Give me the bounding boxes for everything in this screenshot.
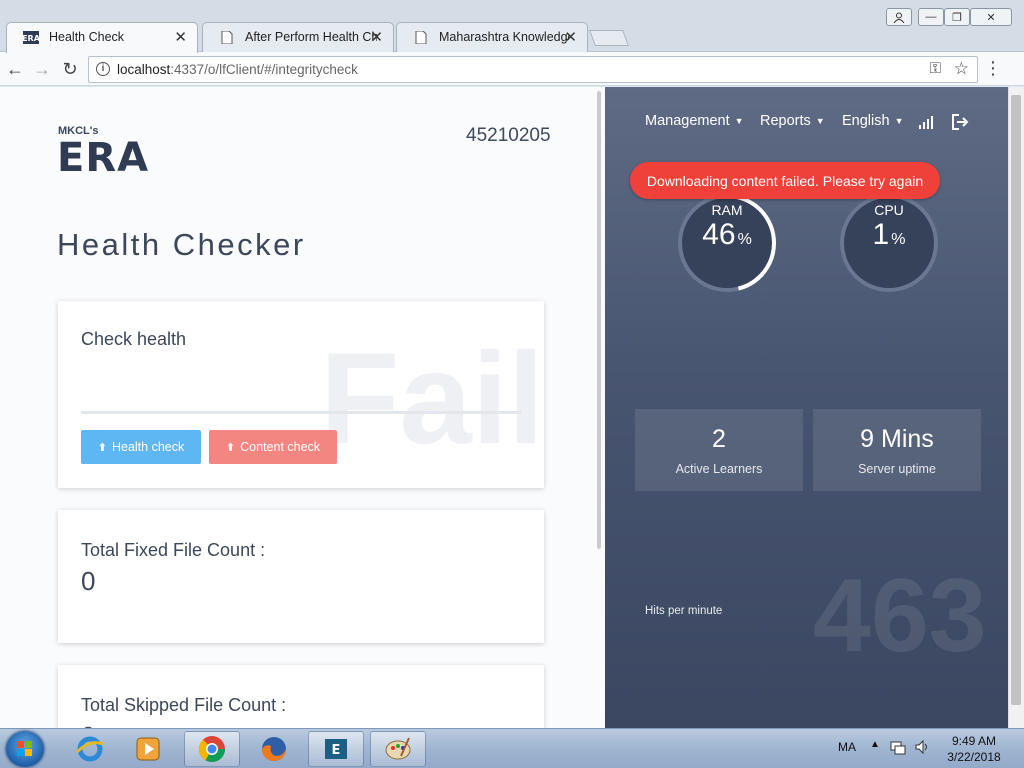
page-viewport: MKCL's ERA 45210205 Health Checker Fail …	[0, 87, 1008, 728]
nav-management-label: Management	[645, 113, 730, 129]
check-health-label: Check health	[81, 329, 187, 349]
volume-tray-icon[interactable]	[914, 739, 930, 758]
windows-start-button[interactable]	[6, 731, 44, 767]
server-uptime-box: 9 Mins Server uptime	[813, 409, 981, 491]
upload-icon: ⬆	[225, 441, 236, 454]
era-client-taskbar-icon[interactable]: E	[308, 731, 364, 767]
nav-language[interactable]: English ▼	[842, 113, 903, 129]
firefox-icon[interactable]	[246, 731, 302, 767]
media-player-icon[interactable]	[120, 731, 176, 767]
svg-text:E: E	[332, 743, 341, 758]
ram-value: 46%	[675, 218, 779, 252]
nav-management[interactable]: Management ▼	[645, 113, 744, 129]
active-learners-value: 2	[712, 425, 726, 453]
paint-taskbar-icon[interactable]	[370, 731, 426, 767]
nav-reports-label: Reports	[760, 113, 811, 129]
skipped-file-count-label: Total Skipped File Count :	[81, 695, 287, 715]
signal-icon[interactable]	[919, 115, 933, 129]
tab-title: Health Check	[49, 30, 125, 44]
close-window-button[interactable]: ✕	[970, 8, 1012, 26]
key-icon[interactable]: ⚿	[930, 60, 941, 77]
browser-menu-icon[interactable]: ⋮	[984, 59, 1002, 79]
info-icon[interactable]: i	[96, 62, 110, 76]
content-check-button-label: Content check	[240, 440, 321, 454]
ram-unit: %	[737, 231, 752, 248]
chevron-down-icon: ▼	[815, 116, 825, 127]
page-title: Health Checker	[57, 227, 306, 262]
page-icon	[221, 31, 233, 44]
skipped-file-count-value: 0	[81, 721, 95, 728]
clock-time[interactable]: 9:49 AM	[946, 734, 1002, 748]
windows-taskbar: E MA ▲ 9:49 AM 3/22/2018	[0, 728, 1024, 768]
cpu-number: 1	[872, 218, 890, 251]
new-tab-button[interactable]	[589, 30, 629, 46]
server-uptime-value: 9 Mins	[860, 425, 934, 453]
tab-after-perform[interactable]: After Perform Health Che ✕	[202, 22, 394, 52]
check-progress-bar	[81, 411, 521, 414]
chevron-down-icon: ▼	[894, 116, 904, 127]
profile-icon[interactable]	[886, 8, 912, 26]
bookmark-star-icon[interactable]: ☆	[954, 59, 969, 79]
back-arrow-icon[interactable]: ←	[5, 59, 25, 79]
svg-text:ERA: ERA	[23, 34, 39, 43]
url-text[interactable]: localhost:4337/o/lfClient/#/integrityche…	[117, 62, 358, 77]
network-tray-icon[interactable]	[890, 739, 906, 758]
logout-icon[interactable]	[951, 113, 969, 131]
device-id: 45210205	[466, 125, 551, 146]
page-scrollbar-thumb[interactable]	[1011, 95, 1021, 705]
chevron-down-icon: ▼	[734, 116, 744, 127]
check-health-card: Fail Check health ⬆ Health check ⬆ Conte…	[58, 301, 544, 488]
fixed-file-count-card: Total Fixed File Count : 0	[58, 510, 544, 643]
hits-per-minute-chart: Hits per minute0204060801001357911131517…	[645, 605, 722, 617]
left-pane: MKCL's ERA 45210205 Health Checker Fail …	[0, 87, 604, 728]
brand-logo: ERA	[57, 135, 150, 181]
show-hidden-icons[interactable]: ▲	[870, 739, 880, 750]
upload-icon: ⬆	[97, 441, 107, 454]
fixed-file-count-value: 0	[81, 566, 96, 596]
browser-tabstrip: ERA Health Check ✕ After Perform Health …	[0, 0, 1024, 53]
internet-explorer-icon[interactable]	[62, 731, 118, 767]
windows-logo-icon	[17, 741, 32, 756]
url-host: localhost	[117, 62, 171, 77]
active-learners-caption: Active Learners	[675, 462, 763, 476]
nav-reports[interactable]: Reports ▼	[760, 113, 825, 129]
tab-title: After Perform Health Che	[245, 30, 377, 44]
forward-arrow-icon[interactable]: →	[32, 59, 52, 79]
active-learners-box: 2 Active Learners	[635, 409, 803, 491]
tab-maharashtra[interactable]: Maharashtra Knowledge ✕	[396, 22, 588, 52]
close-tab-icon[interactable]: ✕	[564, 28, 577, 46]
cpu-value: 1%	[837, 218, 941, 252]
minimize-button[interactable]: —	[918, 8, 944, 26]
restore-button[interactable]: ❐	[944, 8, 970, 26]
health-check-button-label: Health check	[111, 440, 185, 454]
chrome-taskbar-icon[interactable]	[184, 731, 240, 767]
ram-number: 46	[702, 218, 736, 251]
browser-toolbar: ← → ↻ i localhost:4337/o/lfClient/#/inte…	[0, 52, 1024, 86]
stats-panel: Management ▼ Reports ▼ English ▼ Downloadin…	[605, 87, 1008, 728]
clock-date[interactable]: 3/22/2018	[946, 750, 1002, 764]
cpu-label: CPU	[874, 202, 904, 218]
health-check-button[interactable]: ⬆ Health check	[81, 430, 201, 464]
nav-language-label: English	[842, 113, 890, 129]
cpu-unit: %	[891, 231, 906, 248]
reload-icon[interactable]: ↻	[60, 59, 80, 79]
close-tab-icon[interactable]: ✕	[174, 28, 187, 46]
chart-title: Hits per minute	[645, 605, 722, 617]
era-favicon-icon: ERA	[23, 31, 39, 44]
input-language[interactable]: MA	[838, 740, 856, 754]
address-bar[interactable]: i localhost:4337/o/lfClient/#/integrityc…	[88, 56, 978, 83]
error-toast[interactable]: Downloading content failed. Please try a…	[630, 162, 940, 199]
page-icon	[415, 31, 427, 44]
tab-title: Maharashtra Knowledge	[439, 30, 569, 44]
skipped-file-count-card: Total Skipped File Count : 0	[58, 665, 544, 728]
content-check-button[interactable]: ⬆ Content check	[209, 430, 337, 464]
close-tab-icon[interactable]: ✕	[370, 28, 383, 46]
fail-watermark: Fail	[320, 325, 544, 471]
tab-health-check[interactable]: ERA Health Check ✕	[6, 22, 198, 53]
fixed-file-count-label: Total Fixed File Count :	[81, 540, 266, 560]
url-path: :4337/o/lfClient/#/integritycheck	[170, 62, 358, 77]
server-uptime-caption: Server uptime	[858, 462, 936, 476]
left-pane-scrollbar[interactable]	[597, 91, 601, 549]
ram-label: RAM	[711, 202, 743, 218]
